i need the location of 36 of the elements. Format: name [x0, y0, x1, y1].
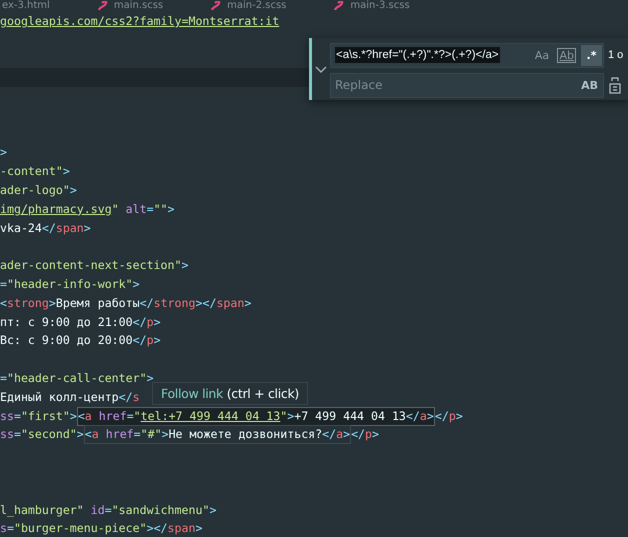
code-text: googleapis.com/css2?family=Montserrat:it: [0, 12, 280, 30]
code-text: </p>: [351, 426, 380, 444]
tab-label[interactable]: main-3.scss: [350, 0, 410, 12]
match-case-button[interactable]: Aa: [531, 44, 552, 66]
code-text: Единый колл-центр</s: [0, 388, 140, 406]
regex-button[interactable]: .*: [581, 44, 602, 66]
code-text: ader-content-next-section">: [0, 257, 188, 274]
code-text: ader-logo">: [0, 182, 77, 200]
code-text: l_hamburger" id="sandwichmenu">: [0, 502, 216, 519]
code-text: >: [0, 144, 7, 162]
search-match: <a href="tel:+7 499 444 04 13">+7 499 444 04 13</a>: [76, 406, 435, 426]
sass-file-icon: [98, 1, 108, 11]
preserve-case-button[interactable]: AB: [579, 74, 600, 96]
tab-label[interactable]: main-2.scss: [227, 0, 286, 12]
code-text: ss="first">: [0, 408, 77, 425]
code-text: img/pharmacy.svg" alt="">: [0, 200, 175, 218]
code-text: vka-24</span>: [0, 220, 91, 237]
tab-label[interactable]: main.scss: [114, 0, 164, 12]
tab-label[interactable]: ex-3.html: [2, 0, 50, 12]
code-text: ="header-call-center">: [0, 370, 154, 388]
code-text: -content">: [0, 163, 70, 180]
sass-file-icon: [334, 1, 344, 11]
code-text: ="header-info-work">: [0, 276, 140, 294]
code-text: <strong>Время работы</strong></span>: [0, 294, 252, 312]
code-text: Вс: с 9:00 до 20:00</p>: [0, 332, 161, 350]
sass-file-icon: [211, 1, 222, 11]
search-match: <a href="#">Не можете дозвониться?</a>: [84, 425, 352, 444]
replace-all-button[interactable]: [608, 76, 622, 94]
code-text: пт: с 9:00 до 21:00</p>: [0, 314, 161, 331]
code-text: ss="second">: [0, 426, 84, 444]
replace-all-icon: [608, 76, 622, 94]
code-text: </p>: [434, 408, 463, 425]
code-text: s="burger-menu-piece"></span>: [0, 520, 202, 537]
tooltip: Follow link (ctrl + click): [152, 382, 308, 405]
chevron-down-icon: [315, 66, 327, 74]
match-count: 1 o: [607, 49, 624, 61]
